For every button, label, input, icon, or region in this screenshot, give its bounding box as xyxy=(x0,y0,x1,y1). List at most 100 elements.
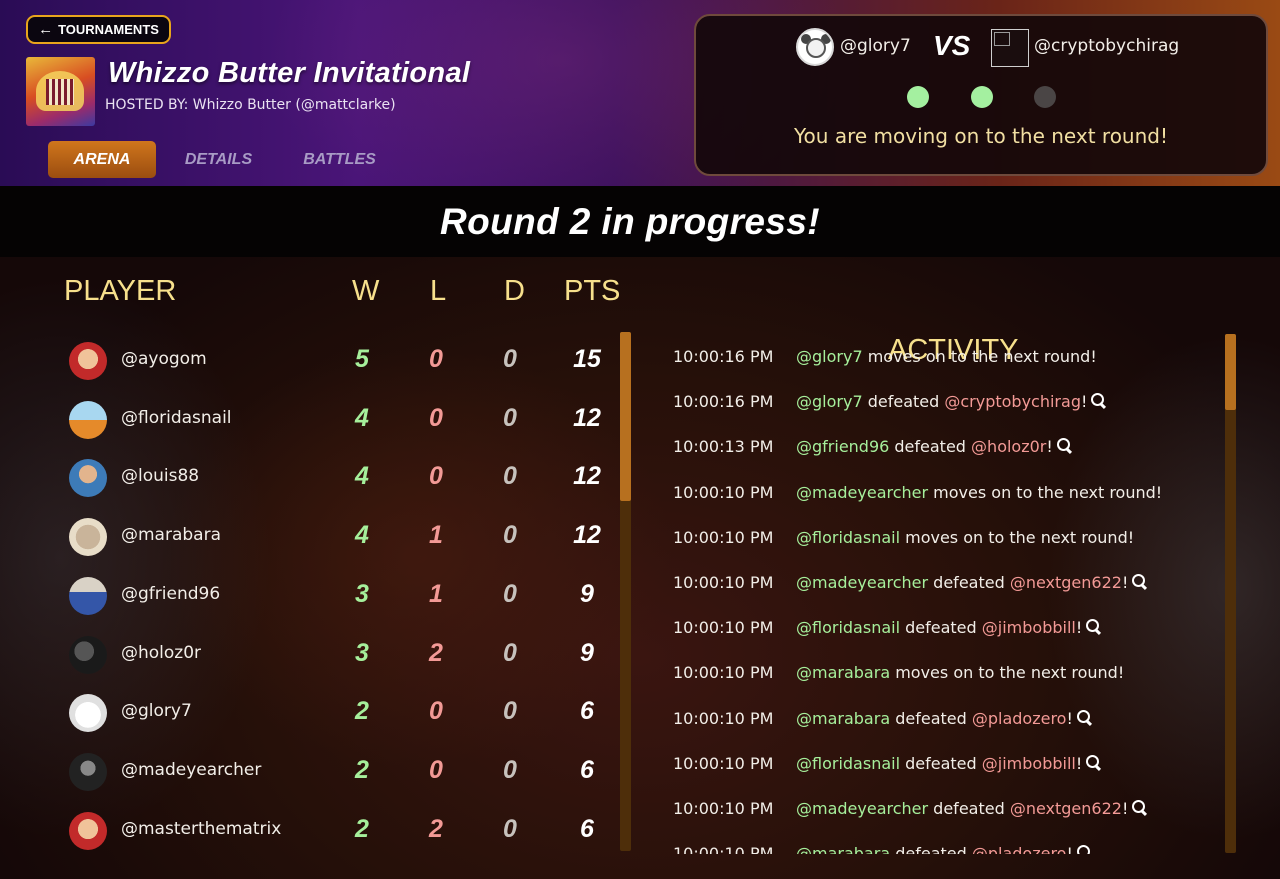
activity-text: @marabara defeated @pladozero! xyxy=(796,844,1093,854)
standings-row[interactable]: @louis88 4 0 0 12 xyxy=(0,447,640,505)
activity-user-link[interactable]: @glory7 xyxy=(796,392,863,411)
activity-feed: 10:00:16 PM @glory7 moves on to the next … xyxy=(660,334,1220,854)
col-header-points: PTS xyxy=(564,275,621,307)
activity-user-link[interactable]: @floridasnail xyxy=(796,528,900,547)
player2-name[interactable]: @cryptobychirag xyxy=(1034,36,1179,56)
activity-item: 10:00:10 PM @floridasnail moves on to the… xyxy=(660,515,1220,560)
activity-target-link[interactable]: @pladozero xyxy=(972,844,1067,854)
activity-user-link[interactable]: @marabara xyxy=(796,844,890,854)
back-button-label: TOURNAMENTS xyxy=(58,22,159,37)
back-to-tournaments-button[interactable]: ← TOURNAMENTS xyxy=(26,15,171,44)
standings-scrollbar[interactable] xyxy=(620,332,631,851)
activity-target-link[interactable]: @nextgen622 xyxy=(1010,573,1122,592)
standings-list: @ayogom 5 0 0 15 @floridasnail 4 0 0 12 @louis88 4 0… xyxy=(0,330,640,850)
tournament-logo xyxy=(26,57,95,126)
activity-item: 10:00:10 PM @floridasnail defeated @jimbo… xyxy=(660,605,1220,650)
activity-action: defeated xyxy=(890,708,972,728)
activity-time: 10:00:10 PM xyxy=(673,663,774,683)
activity-action: moves on to the next round! xyxy=(862,347,1097,366)
standings-row[interactable]: @ayogom 5 0 0 15 xyxy=(0,330,640,388)
search-icon[interactable] xyxy=(1076,709,1093,726)
player-points: 9 xyxy=(580,638,594,667)
activity-text: @floridasnail moves on to the next round… xyxy=(796,528,1134,547)
activity-text: @glory7 moves on to the next round! xyxy=(796,347,1097,366)
activity-item: 10:00:16 PM @glory7 defeated @cryptobychi… xyxy=(660,379,1220,424)
activity-time: 10:00:10 PM xyxy=(673,708,774,728)
round-status: Round 2 in progress! xyxy=(439,200,821,242)
activity-time: 10:00:10 PM xyxy=(673,482,774,502)
search-icon[interactable] xyxy=(1076,844,1093,854)
activity-end: ! xyxy=(1046,437,1053,457)
activity-user-link[interactable]: @gfriend96 xyxy=(796,437,889,456)
activity-user-link[interactable]: @floridasnail xyxy=(796,618,900,637)
scrollbar-thumb[interactable] xyxy=(1225,334,1236,410)
player-draws: 0 xyxy=(503,814,517,843)
activity-user-link[interactable]: @floridasnail xyxy=(796,754,900,773)
player-name[interactable]: @madeyearcher xyxy=(121,760,261,780)
player-avatar xyxy=(69,400,107,439)
activity-user-link[interactable]: @marabara xyxy=(796,709,890,728)
activity-target-link[interactable]: @pladozero xyxy=(972,709,1067,728)
game-result-dot-win xyxy=(907,86,929,108)
activity-user-link[interactable]: @madeyearcher xyxy=(796,573,928,592)
activity-item: 10:00:10 PM @marabara defeated @pladozero… xyxy=(660,831,1220,854)
player-losses: 1 xyxy=(429,521,443,550)
player-name[interactable]: @holoz0r xyxy=(121,643,201,663)
activity-target-link[interactable]: @jimbobbill xyxy=(982,618,1076,637)
tab-details[interactable]: DETAILS xyxy=(156,141,281,178)
player-points: 12 xyxy=(573,521,601,550)
player-points: 6 xyxy=(580,697,594,726)
col-header-draws: D xyxy=(504,275,525,307)
standings-row[interactable]: @masterthematrix 2 2 0 6 xyxy=(0,800,640,850)
player-name[interactable]: @ayogom xyxy=(121,349,207,369)
activity-item: 10:00:10 PM @marabara defeated @pladozero… xyxy=(660,696,1220,741)
player-name[interactable]: @gfriend96 xyxy=(121,584,220,604)
tab-arena[interactable]: ARENA xyxy=(48,141,156,178)
player-avatar xyxy=(69,576,107,615)
activity-user-link[interactable]: @madeyearcher xyxy=(796,483,928,502)
activity-user-link[interactable]: @marabara xyxy=(796,663,890,682)
standings-row[interactable]: @holoz0r 3 2 0 9 xyxy=(0,624,640,682)
arrow-left-icon: ← xyxy=(38,21,54,38)
player-name[interactable]: @marabara xyxy=(121,525,221,545)
player-points: 15 xyxy=(573,345,601,373)
tab-battles[interactable]: BATTLES xyxy=(281,141,398,178)
player2-avatar-broken-image-icon xyxy=(991,29,1029,67)
player-name[interactable]: @masterthematrix xyxy=(121,819,281,839)
search-icon[interactable] xyxy=(1090,392,1107,409)
vs-label: VS xyxy=(933,30,971,61)
player-losses: 0 xyxy=(429,755,443,784)
activity-end: ! xyxy=(1121,573,1129,592)
search-icon[interactable] xyxy=(1131,799,1148,816)
player-avatar xyxy=(69,518,107,557)
standings-row[interactable]: @floridasnail 4 0 0 12 xyxy=(0,389,640,447)
player-losses: 2 xyxy=(429,814,443,843)
player-name[interactable]: @floridasnail xyxy=(121,408,232,428)
search-icon[interactable] xyxy=(1085,618,1102,635)
search-icon[interactable] xyxy=(1085,754,1102,771)
player1-name[interactable]: @glory7 xyxy=(840,36,911,56)
player-name[interactable]: @glory7 xyxy=(121,701,192,721)
activity-scrollbar[interactable] xyxy=(1225,334,1236,853)
search-icon[interactable] xyxy=(1056,437,1073,454)
player-name[interactable]: @louis88 xyxy=(121,466,199,486)
player-draws: 0 xyxy=(503,345,517,373)
activity-end: ! xyxy=(1080,392,1088,412)
player-losses: 0 xyxy=(429,697,443,726)
standings-row[interactable]: @marabara 4 1 0 12 xyxy=(0,506,640,564)
player-avatar xyxy=(69,459,107,498)
activity-user-link[interactable]: @glory7 xyxy=(796,347,863,366)
tournament-header: ← TOURNAMENTS Whizzo Butter Invitational… xyxy=(0,0,1280,186)
activity-target-link[interactable]: @cryptobychirag xyxy=(944,392,1081,411)
standings-row[interactable]: @gfriend96 3 1 0 9 xyxy=(0,565,640,623)
activity-target-link[interactable]: @nextgen622 xyxy=(1010,799,1122,818)
search-icon[interactable] xyxy=(1131,573,1148,590)
activity-user-link[interactable]: @madeyearcher xyxy=(796,799,928,818)
player-wins: 3 xyxy=(355,638,369,667)
standings-row[interactable]: @madeyearcher 2 0 0 6 xyxy=(0,741,640,799)
scrollbar-thumb[interactable] xyxy=(620,332,631,501)
activity-target-link[interactable]: @jimbobbill xyxy=(982,754,1076,773)
activity-time: 10:00:10 PM xyxy=(673,618,774,638)
standings-row[interactable]: @glory7 2 0 0 6 xyxy=(0,682,640,740)
activity-target-link[interactable]: @holoz0r xyxy=(971,437,1046,456)
